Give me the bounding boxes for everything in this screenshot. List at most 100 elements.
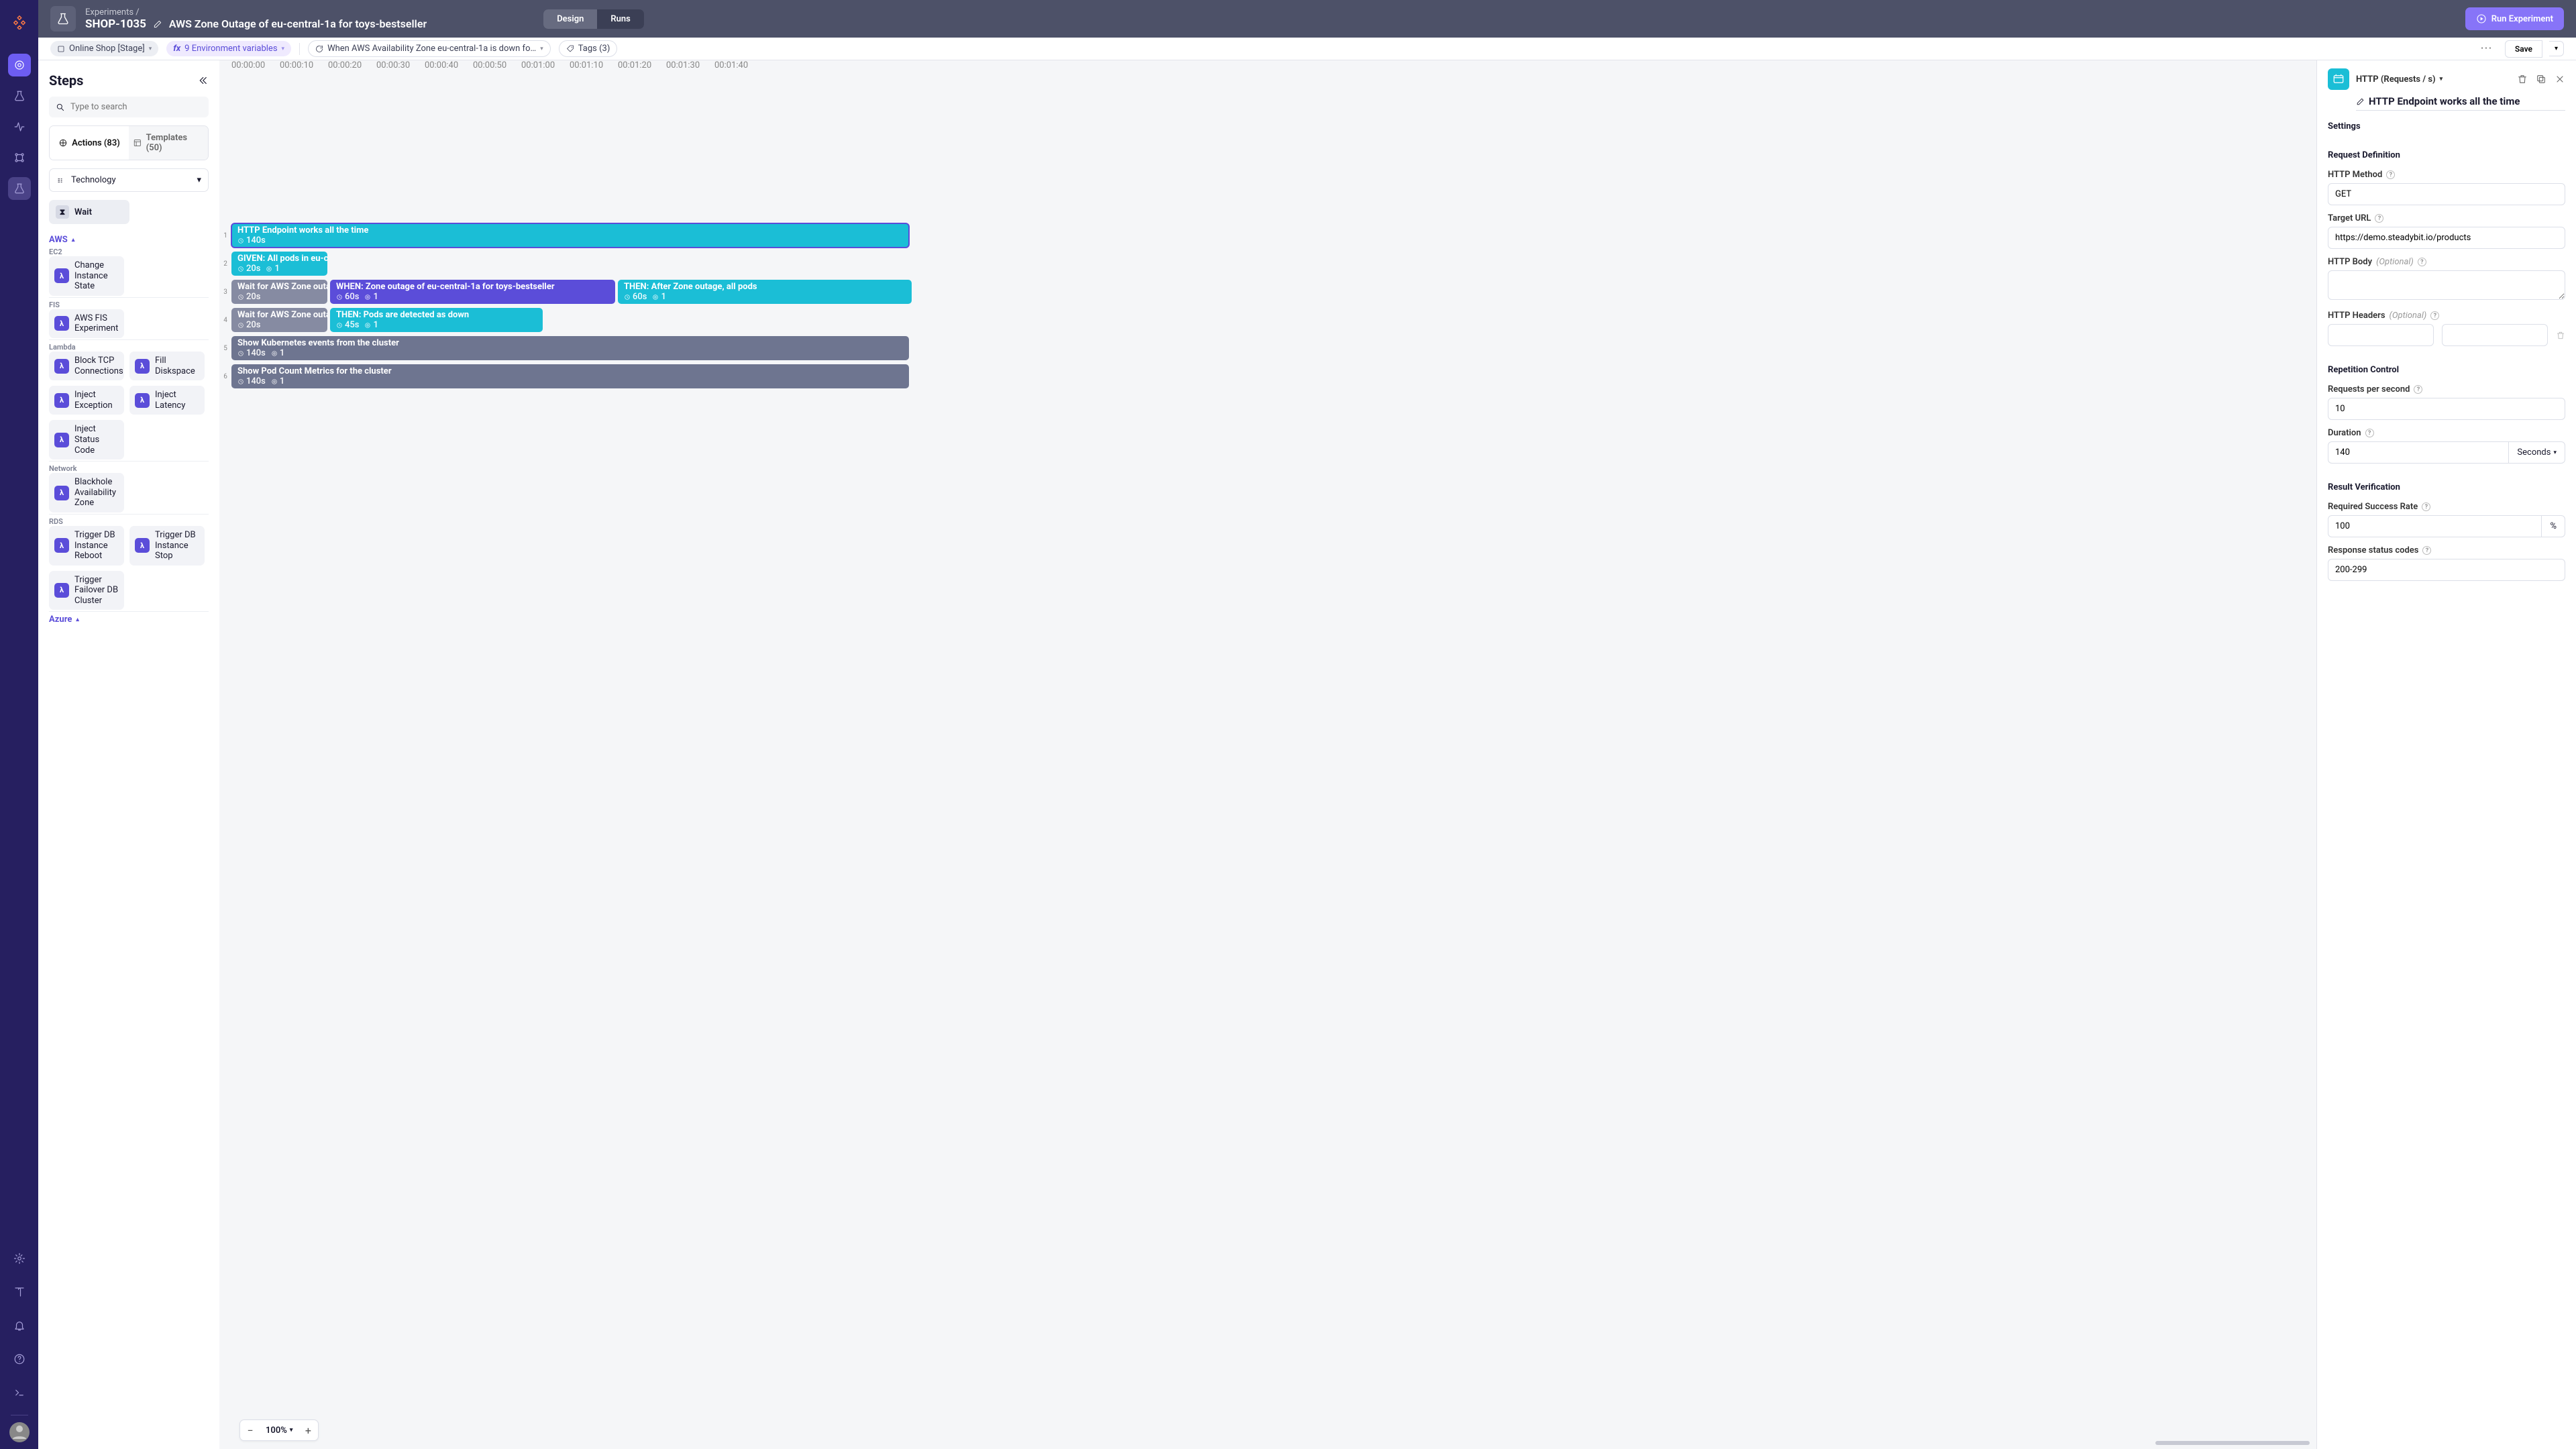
action-tile[interactable]: λInject Exception (49, 386, 124, 415)
nav-terminal[interactable] (8, 1381, 31, 1404)
logo-icon[interactable] (8, 11, 31, 34)
step-type-icon (2328, 68, 2349, 90)
design-runs-tabs: Design Runs (543, 9, 644, 29)
details-panel: HTTP (Requests / s) ▾ HTTP Endpoint work… (2316, 60, 2576, 1449)
nav-rail (0, 0, 38, 1449)
step-breadcrumb[interactable]: HTTP (Requests / s) ▾ (2356, 74, 2443, 85)
experiment-title: AWS Zone Outage of eu-central-1a for toy… (169, 17, 427, 30)
timeline-step[interactable]: WHEN: Zone outage of eu-central-1a for t… (330, 280, 615, 304)
more-menu[interactable]: ··· (2475, 41, 2498, 56)
category-aws[interactable]: AWS▴ (49, 235, 209, 245)
action-tile[interactable]: λBlock TCP Connections (49, 352, 124, 380)
breadcrumb[interactable]: Experiments / (85, 7, 427, 17)
edit-step-title-icon[interactable] (2356, 97, 2365, 106)
collapse-steps-icon[interactable] (197, 74, 209, 87)
http-method-label: HTTP Method? (2328, 170, 2565, 180)
duplicate-step-icon[interactable] (2536, 74, 2546, 85)
step-title: HTTP Endpoint works all the time (2369, 95, 2520, 107)
action-tile[interactable]: λTrigger DB Instance Stop (129, 526, 205, 566)
group-label: Network (49, 464, 209, 473)
timeline-step[interactable]: THEN: After Zone outage, all pods60s1 (618, 280, 912, 304)
nav-help[interactable] (8, 1348, 31, 1371)
action-wait[interactable]: ⧗Wait (49, 200, 129, 224)
group-label: EC2 (49, 248, 209, 256)
nav-experiments[interactable] (8, 85, 31, 107)
action-tile[interactable]: λTrigger DB Instance Reboot (49, 526, 124, 566)
zoom-in-button[interactable]: + (298, 1420, 318, 1440)
repetition-control-heading: Repetition Control (2328, 365, 2565, 375)
duration-unit-select[interactable]: Seconds ▾ (2508, 441, 2565, 464)
tab-templates[interactable]: Templates (50) (129, 126, 208, 160)
nav-activity[interactable] (8, 115, 31, 138)
zoom-out-button[interactable]: − (240, 1420, 260, 1440)
delete-header-icon[interactable] (2556, 331, 2565, 340)
http-body-input[interactable] (2328, 270, 2565, 300)
nav-docs[interactable] (8, 1281, 31, 1303)
search-icon (56, 103, 65, 112)
save-button[interactable]: Save (2505, 40, 2542, 58)
timeline-step[interactable]: HTTP Endpoint works all the time140s (231, 223, 909, 248)
timeline-step[interactable]: GIVEN: All pods in eu-cen…20s1 (231, 252, 327, 276)
save-dropdown[interactable]: ▾ (2549, 41, 2564, 56)
steps-title: Steps (49, 72, 83, 89)
target-url-input[interactable] (2328, 227, 2565, 249)
zoom-control: − 100% ▾ + (239, 1419, 319, 1441)
duration-input[interactable] (2328, 441, 2508, 464)
http-method-input[interactable] (2328, 183, 2565, 205)
nav-templates[interactable] (8, 177, 31, 200)
run-experiment-button[interactable]: Run Experiment (2465, 7, 2564, 30)
group-label: FIS (49, 301, 209, 309)
success-rate-input[interactable] (2328, 515, 2542, 537)
timeline-step[interactable]: THEN: Pods are detected as down45s1 (330, 308, 543, 332)
action-tile[interactable]: λAWS FIS Experiment (49, 309, 124, 338)
tab-runs[interactable]: Runs (597, 9, 643, 29)
http-headers-label: HTTP Headers(Optional)? (2328, 311, 2565, 321)
experiment-code: SHOP-1035 (85, 17, 146, 31)
action-tile[interactable]: λInject Status Code (49, 420, 124, 460)
settings-heading: Settings (2328, 121, 2565, 131)
success-rate-label: Required Success Rate? (2328, 502, 2565, 512)
http-body-label: HTTP Body(Optional)? (2328, 257, 2565, 267)
action-tile[interactable]: λTrigger Failover DB Cluster (49, 571, 124, 610)
env-variables-button[interactable]: fx9 Environment variables▾ (166, 41, 291, 56)
nav-notifications[interactable] (8, 1314, 31, 1337)
nav-connections[interactable] (8, 146, 31, 169)
request-definition-heading: Request Definition (2328, 150, 2565, 160)
timeline-step[interactable]: Wait for AWS Zone outage20s (231, 308, 327, 332)
zoom-value[interactable]: 100% ▾ (260, 1426, 298, 1436)
group-label: RDS (49, 517, 209, 526)
action-tile[interactable]: λBlackhole Availability Zone (49, 473, 124, 513)
action-tile[interactable]: λFill Diskspace (129, 352, 205, 380)
experiment-icon (50, 6, 76, 32)
target-url-label: Target URL? (2328, 213, 2565, 223)
technology-select[interactable]: Technology ▾ (49, 168, 209, 192)
tags-button[interactable]: Tags (3) (559, 40, 618, 57)
status-codes-input[interactable] (2328, 559, 2565, 581)
action-tile[interactable]: λChange Instance State (49, 256, 124, 296)
tab-design[interactable]: Design (543, 9, 597, 29)
avatar[interactable] (9, 1422, 30, 1442)
action-tile[interactable]: λInject Latency (129, 386, 205, 415)
timeline-scrollbar[interactable] (239, 1441, 2310, 1446)
status-codes-label: Response status codes? (2328, 545, 2565, 555)
timeline-step[interactable]: Show Kubernetes events from the cluster1… (231, 336, 909, 360)
timeline-step[interactable]: Wait for AWS Zone outage20s (231, 280, 327, 304)
tab-actions[interactable]: Actions (83) (50, 126, 129, 160)
delete-step-icon[interactable] (2517, 74, 2528, 85)
nav-dashboard[interactable] (8, 54, 31, 76)
header-key-input[interactable] (2328, 324, 2434, 346)
hypothesis-button[interactable]: When AWS Availability Zone eu-central-1a… (308, 40, 551, 57)
group-label: Lambda (49, 343, 209, 352)
duration-label: Duration? (2328, 428, 2565, 438)
environment-selector[interactable]: Online Shop [Stage]▾ (50, 41, 158, 56)
rps-input[interactable] (2328, 398, 2565, 420)
search-input[interactable] (70, 102, 202, 112)
timeline-step[interactable]: Show Pod Count Metrics for the cluster14… (231, 364, 909, 388)
nav-settings[interactable] (8, 1247, 31, 1270)
edit-title-icon[interactable] (153, 19, 162, 29)
steps-sidebar: Steps Actions (83) Templates (50) Techno… (38, 60, 219, 1449)
close-panel-icon[interactable] (2555, 74, 2565, 85)
header-value-input[interactable] (2442, 324, 2548, 346)
category-azure[interactable]: Azure▴ (49, 614, 209, 625)
result-verification-heading: Result Verification (2328, 482, 2565, 492)
